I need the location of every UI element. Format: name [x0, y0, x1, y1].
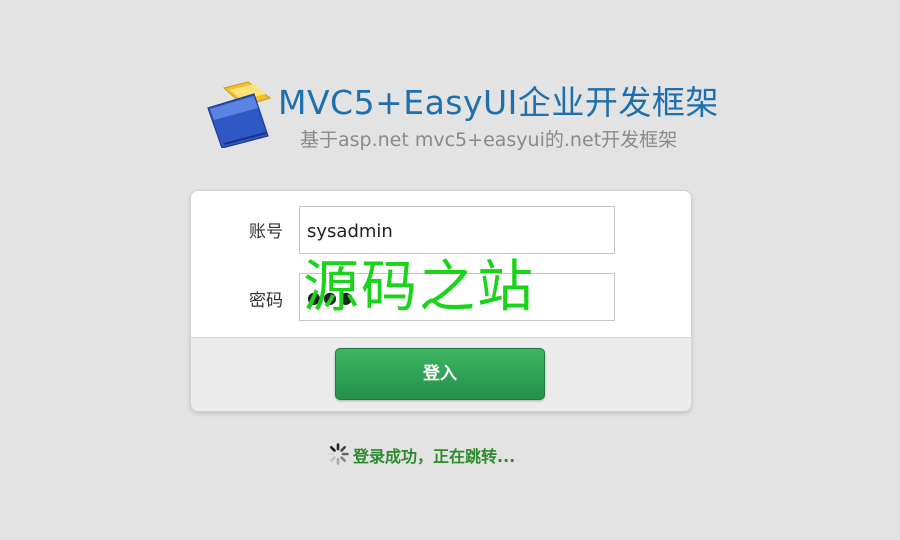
password-input[interactable]: ●●● — [299, 273, 615, 321]
username-input[interactable]: sysadmin — [299, 206, 615, 254]
login-fields-area: 账号 sysadmin 密码 ●●● — [191, 191, 691, 338]
app-title: MVC5+EasyUI企业开发框架 — [278, 83, 719, 122]
password-label: 密码 — [249, 291, 283, 311]
header: MVC5+EasyUI企业开发框架 基于asp.net mvc5+easyui的… — [204, 72, 804, 162]
login-panel: 账号 sysadmin 密码 ●●● 登入 — [190, 190, 692, 412]
app-subtitle: 基于asp.net mvc5+easyui的.net开发框架 — [300, 129, 678, 151]
status-message: 登录成功，正在跳转... — [353, 447, 516, 466]
folder-icon — [207, 81, 272, 148]
login-button[interactable]: 登入 — [335, 348, 545, 400]
spinner-icon — [327, 443, 349, 465]
username-label: 账号 — [249, 222, 283, 242]
